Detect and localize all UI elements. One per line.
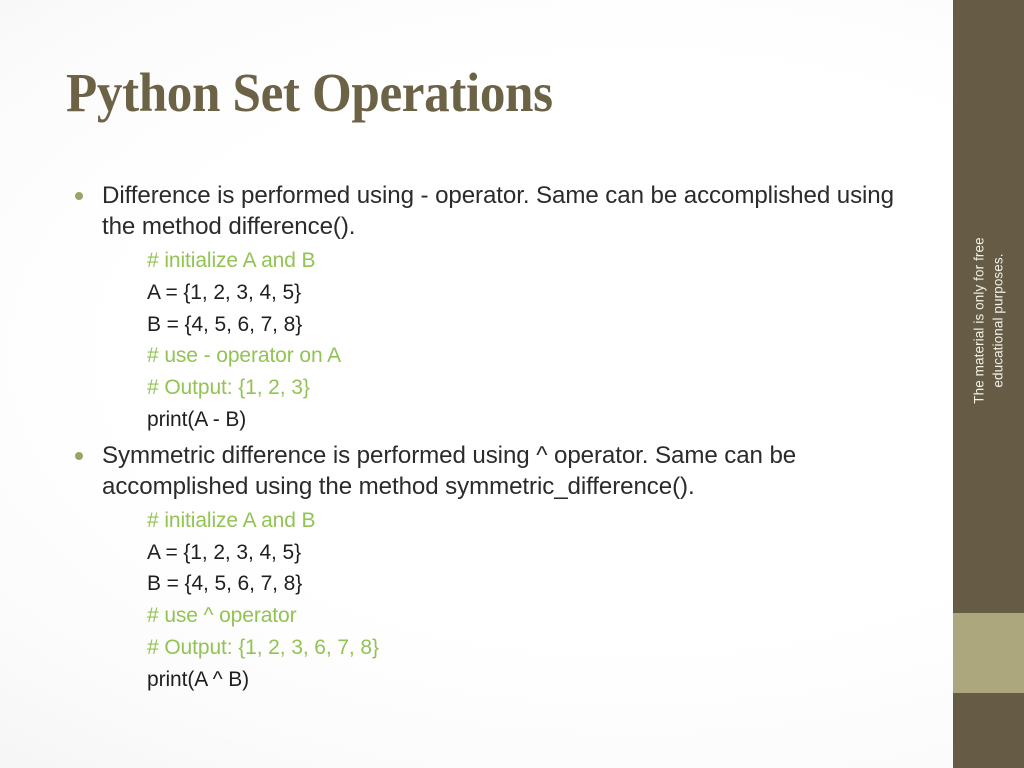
bullet-text: Difference is performed using - operator… — [102, 182, 894, 240]
bullet-item: Symmetric difference is performed using … — [66, 440, 926, 502]
code-line: B = {4, 5, 6, 7, 8} — [147, 312, 303, 336]
slide-body: Difference is performed using - operator… — [66, 180, 926, 696]
slide-canvas: The material is only for free educationa… — [0, 0, 1024, 768]
code-line: B = {4, 5, 6, 7, 8} — [147, 572, 303, 596]
code-line: # use - operator on A — [147, 344, 342, 368]
code-line: A = {1, 2, 3, 4, 5} — [147, 280, 301, 304]
bullet-marker-icon — [75, 192, 83, 200]
bullet-text: Symmetric difference is performed using … — [102, 441, 797, 500]
code-block: # initialize A and B A = {1, 2, 3, 4, 5}… — [66, 245, 926, 436]
code-line: # initialize A and B — [147, 508, 316, 532]
code-line: print(A - B) — [147, 407, 247, 431]
sidebar-note: The material is only for free educationa… — [953, 76, 1024, 566]
page-title: Python Set Operations — [66, 62, 553, 123]
code-line: print(A ^ B) — [147, 667, 250, 691]
code-line: # initialize A and B — [147, 249, 316, 272]
code-line: A = {1, 2, 3, 4, 5} — [147, 540, 301, 564]
code-line: # Output: {1, 2, 3, 6, 7, 8} — [147, 635, 379, 659]
sidebar-accent-band — [953, 613, 1024, 693]
code-block: # initialize A and B A = {1, 2, 3, 4, 5}… — [66, 505, 926, 696]
code-line: # use ^ operator — [147, 604, 297, 628]
sidebar-note-text: The material is only for free educationa… — [971, 237, 1005, 404]
bullet-item: Difference is performed using - operator… — [66, 180, 926, 242]
bullet-marker-icon — [75, 451, 83, 460]
code-line: # Output: {1, 2, 3} — [147, 376, 310, 400]
decorative-sidebar: The material is only for free educationa… — [953, 0, 1024, 768]
